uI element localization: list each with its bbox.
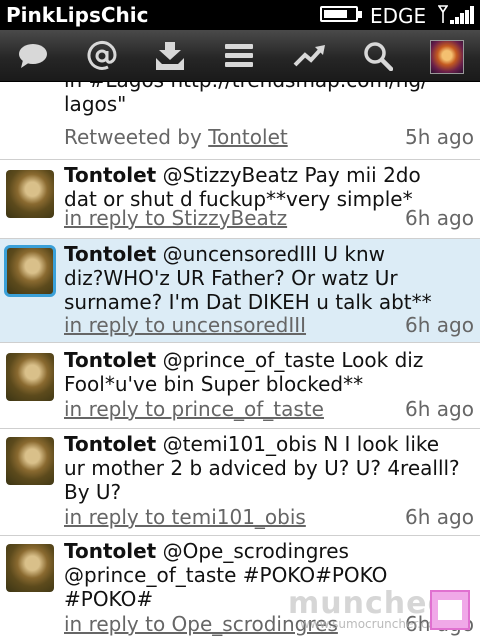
lists-button[interactable] — [209, 30, 269, 82]
tweet-text-line: By U? — [64, 480, 122, 504]
tweet-text-line: ur mother 2 b adviced by U? U? 4realll? — [64, 456, 460, 480]
tweet-text-line: diz?WHO'z UR Father? Or watz Ur — [64, 266, 398, 290]
signal-bar — [470, 6, 474, 24]
author-avatar[interactable] — [4, 245, 56, 297]
author-avatar[interactable] — [6, 353, 54, 401]
tweet-text: Tontolet @prince_of_taste Look diz Fool*… — [64, 348, 474, 396]
author-avatar[interactable] — [6, 170, 54, 218]
tweet-meta: in reply to prince_of_taste 6h ago — [64, 397, 474, 421]
antenna-icon — [438, 5, 448, 23]
retweet-prefix: Retweeted by — [64, 125, 202, 149]
author-avatar[interactable] — [6, 544, 54, 592]
trends-button[interactable] — [280, 30, 340, 82]
tweet-text: Tontolet @uncensoredIII U knw diz?WHO'z … — [64, 242, 474, 314]
tweet-meta: in reply to StizzyBeatz 6h ago — [64, 206, 474, 230]
trending-icon — [293, 45, 325, 67]
author-avatar[interactable] — [6, 437, 54, 485]
tweet-text-line: @temi101_obis N I look like — [162, 432, 440, 456]
network-type: EDGE — [370, 4, 427, 28]
reply-link[interactable]: in reply to StizzyBeatz — [64, 206, 287, 230]
tweet-meta: in reply to temi101_obis 6h ago — [64, 505, 474, 529]
search-icon — [364, 42, 393, 71]
watermark-logo-icon — [430, 590, 470, 630]
author-name: Tontolet — [64, 432, 157, 456]
mentions-button[interactable] — [72, 30, 132, 82]
reply-link[interactable]: in reply to temi101_obis — [64, 505, 306, 529]
retweeter-link[interactable]: Tontolet — [208, 125, 288, 149]
tweet-text: Tontolet @StizzyBeatz Pay mii 2do dat or… — [64, 163, 474, 211]
search-button[interactable] — [348, 30, 408, 82]
at-sign-icon — [87, 40, 117, 70]
tweet-text-line: surname? I'm Dat DIKEH u talk abt** — [64, 290, 432, 314]
tweet-meta: in reply to uncensoredIII 6h ago — [64, 313, 474, 337]
signal-bar — [465, 9, 469, 24]
author-name: Tontolet — [64, 539, 157, 563]
author-name: Tontolet — [64, 242, 157, 266]
tweet-text: in #Lagos http://trendsmap.com/ng/ lagos… — [64, 82, 474, 116]
speech-bubble-icon — [19, 44, 47, 68]
profile-avatar-button[interactable] — [430, 40, 464, 74]
tweet-text-line: @StizzyBeatz Pay mii 2do — [162, 163, 421, 187]
author-name: Tontolet — [64, 348, 157, 372]
tweet-time: 6h ago — [405, 505, 474, 529]
tweet-time: 6h ago — [405, 397, 474, 421]
battery-icon — [320, 6, 362, 22]
tweet-text-line: @uncensoredIII U knw — [162, 242, 386, 266]
battery-fill — [324, 10, 347, 18]
tweet-text-line: lagos" — [64, 92, 127, 116]
tweet-item[interactable]: Tontolet @StizzyBeatz Pay mii 2do dat or… — [0, 160, 480, 239]
direct-messages-button[interactable] — [140, 30, 200, 82]
tweet-text: Tontolet @temi101_obis N I look like ur … — [64, 432, 474, 504]
status-bar: PinkLipsChic EDGE — [0, 0, 480, 30]
tweet-text-line: @prince_of_taste Look diz — [162, 348, 424, 372]
tweet-meta: Retweeted by Tontolet 5h ago — [64, 125, 474, 149]
carrier-name: PinkLipsChic — [6, 3, 149, 27]
tweet-item[interactable]: Tontolet @temi101_obis N I look like ur … — [0, 429, 480, 536]
inbox-download-icon — [156, 42, 184, 70]
tweet-text-line: @Ope_scrodingres — [162, 539, 349, 563]
tweet-item-selected[interactable]: Tontolet @uncensoredIII U knw diz?WHO'z … — [0, 239, 480, 343]
reply-link[interactable]: in reply to uncensoredIII — [64, 313, 306, 337]
signal-bar — [460, 13, 464, 24]
tweet-text-line: Fool*u've bin Super blocked** — [64, 372, 364, 396]
tweet-time: 6h ago — [405, 313, 474, 337]
battery-nub — [358, 11, 362, 18]
author-name: Tontolet — [64, 163, 157, 187]
tweet-text-line: in #Lagos http://trendsmap.com/ng/ — [64, 82, 474, 92]
signal-bar — [450, 20, 454, 24]
timeline-button[interactable] — [3, 30, 63, 82]
retweet-item[interactable]: in #Lagos http://trendsmap.com/ng/ lagos… — [0, 82, 480, 160]
signal-bar — [455, 16, 459, 24]
watermark-brand: munched — [288, 586, 450, 621]
tweet-item[interactable]: Tontolet @prince_of_taste Look diz Fool*… — [0, 343, 480, 429]
tweet-time: 5h ago — [405, 125, 474, 149]
tweet-text-line: @prince_of_taste #POKO#POKO — [64, 563, 388, 587]
toolbar — [0, 30, 480, 82]
reply-link[interactable]: in reply to prince_of_taste — [64, 397, 324, 421]
watermark-url: www.sumocruncher.com — [300, 617, 447, 631]
list-icon — [225, 44, 253, 67]
timeline-feed[interactable]: in #Lagos http://trendsmap.com/ng/ lagos… — [0, 82, 480, 640]
tweet-time: 6h ago — [405, 206, 474, 230]
signal-strength-icon — [450, 6, 476, 24]
